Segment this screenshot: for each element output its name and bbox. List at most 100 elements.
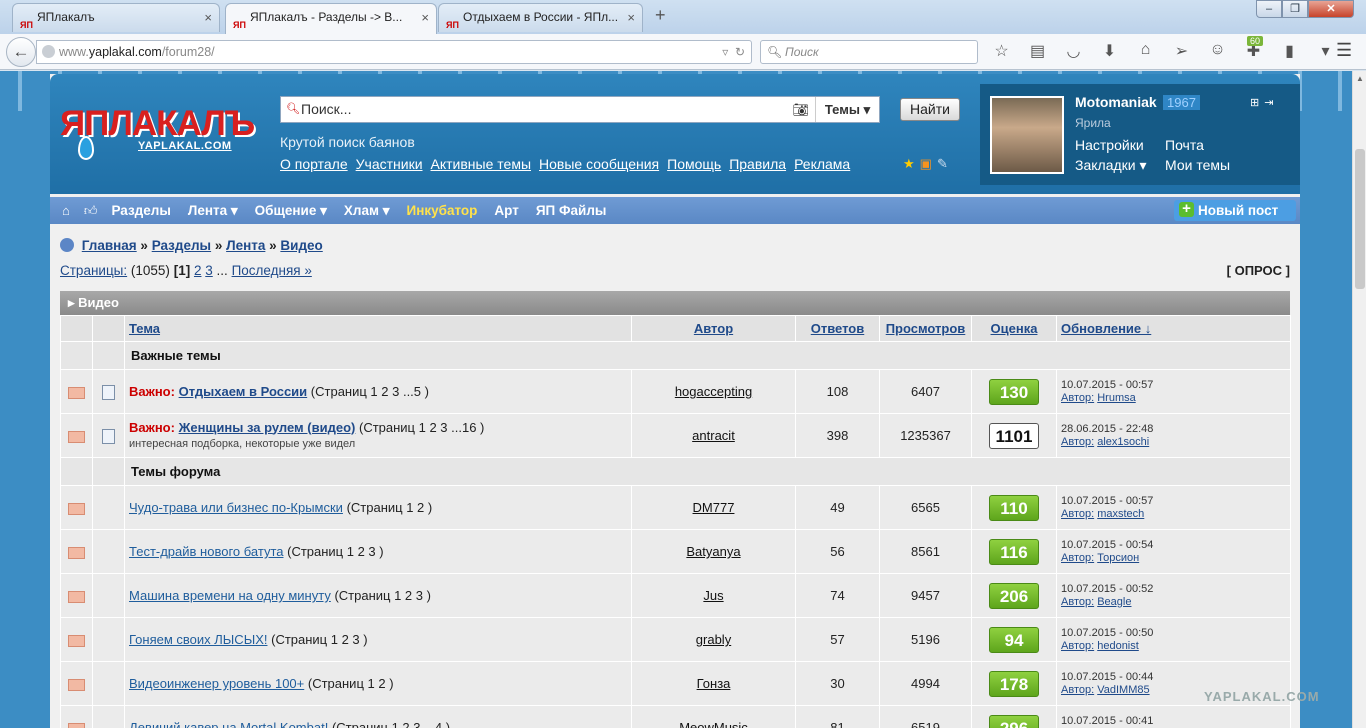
col-rating[interactable]: Оценка bbox=[971, 315, 1057, 342]
col-updated[interactable]: Обновление ↓ bbox=[1056, 315, 1291, 342]
link-new-messages[interactable]: Новые сообщения bbox=[539, 156, 659, 172]
update-author-label[interactable]: Автор: bbox=[1061, 436, 1094, 448]
menu-chat[interactable]: Общение ▾ bbox=[255, 203, 327, 219]
link-rules[interactable]: Правила bbox=[729, 156, 786, 172]
site-logo-sub[interactable]: YAPLAKAL.COM bbox=[138, 140, 232, 152]
topic-rating-badge[interactable]: 130 bbox=[989, 378, 1039, 405]
poll-button[interactable]: [ ОПРОС ] bbox=[1227, 263, 1290, 278]
update-author-label[interactable]: Автор: bbox=[1061, 640, 1094, 652]
topic-rating-badge[interactable]: 1101 bbox=[989, 422, 1039, 449]
new-tab-button[interactable]: + bbox=[655, 5, 666, 26]
scrollbar-thumb[interactable] bbox=[1355, 149, 1365, 289]
tab-otdykhaem[interactable]: ЯП Отдыхаем в России - ЯПл... × bbox=[438, 3, 643, 32]
add-icon[interactable]: ⊞ bbox=[1250, 96, 1259, 109]
link-settings[interactable]: Настройки bbox=[1075, 137, 1165, 153]
close-tab-icon[interactable]: × bbox=[421, 4, 429, 31]
back-button[interactable]: ← bbox=[6, 37, 36, 67]
update-author[interactable]: Beagle bbox=[1097, 596, 1131, 608]
col-author[interactable]: Автор bbox=[631, 315, 796, 342]
topic-rating-badge[interactable]: 116 bbox=[989, 538, 1039, 565]
topic-rating-badge[interactable]: 296 bbox=[989, 714, 1039, 728]
topic-title-link[interactable]: Видеоинженер уровень 100+ bbox=[129, 676, 304, 691]
close-window-button[interactable]: ✕ bbox=[1308, 0, 1354, 18]
topic-title-link[interactable]: Девичий кавер на Mortal Kombat! bbox=[129, 720, 328, 728]
thumbs-up-icon[interactable]: 👍︎ bbox=[84, 203, 98, 219]
menu-dropdown-icon[interactable]: ▾ bbox=[1314, 41, 1337, 61]
logout-icon[interactable]: ⇥ bbox=[1264, 96, 1273, 109]
menu-junk[interactable]: Хлам ▾ bbox=[344, 203, 390, 219]
menu-feed[interactable]: Лента ▾ bbox=[188, 203, 238, 219]
topic-title-link[interactable]: Отдыхаем в России bbox=[179, 384, 308, 399]
bookmark-star-icon[interactable]: ☆ bbox=[990, 41, 1013, 61]
update-author-label[interactable]: Автор: bbox=[1061, 552, 1094, 564]
update-author[interactable]: VadIMM85 bbox=[1097, 684, 1149, 696]
home-icon[interactable]: ⌂ bbox=[1134, 41, 1157, 61]
topic-author[interactable]: MeowMusic bbox=[679, 720, 748, 728]
topic-author[interactable]: DM777 bbox=[693, 500, 735, 515]
topic-rating-badge[interactable]: 206 bbox=[989, 582, 1039, 609]
reload-icon[interactable]: ▿ ↻ bbox=[722, 41, 745, 63]
topic-rating-badge[interactable]: 110 bbox=[989, 494, 1039, 521]
avatar[interactable] bbox=[990, 96, 1064, 174]
topic-author[interactable]: Batyanya bbox=[686, 544, 740, 559]
send-icon[interactable]: ➢ bbox=[1170, 41, 1193, 61]
page-link-3[interactable]: 3 bbox=[205, 263, 213, 278]
topic-rating-badge[interactable]: 178 bbox=[989, 670, 1039, 697]
download-icon[interactable]: ⬇ bbox=[1098, 41, 1121, 61]
close-tab-icon[interactable]: × bbox=[204, 4, 212, 31]
link-members[interactable]: Участники bbox=[356, 156, 423, 172]
clipboard-icon[interactable]: ▮ bbox=[1278, 41, 1301, 61]
scrollbar[interactable]: ▲ bbox=[1352, 71, 1366, 728]
update-author-label[interactable]: Автор: bbox=[1061, 596, 1094, 608]
topic-pages[interactable]: (Страниц 1 2 ) bbox=[347, 500, 433, 515]
update-author[interactable]: Hrumsa bbox=[1097, 392, 1136, 404]
link-active-topics[interactable]: Активные темы bbox=[431, 156, 532, 172]
scroll-up-icon[interactable]: ▲ bbox=[1356, 74, 1364, 83]
topic-pages[interactable]: (Страниц 1 2 3 ) bbox=[271, 632, 367, 647]
update-author[interactable]: hedonist bbox=[1097, 640, 1139, 652]
topic-pages[interactable]: (Страниц 1 2 3 ...5 ) bbox=[311, 384, 429, 399]
browser-search-input[interactable]: 🔍︎ Поиск bbox=[760, 40, 978, 64]
user-name[interactable]: Motomaniak bbox=[1075, 94, 1157, 110]
topic-title-link[interactable]: Женщины за рулем (видео) bbox=[179, 420, 356, 435]
topic-pages[interactable]: (Страниц 1 2 3 ...16 ) bbox=[359, 420, 484, 435]
pencil-icon[interactable]: ✎ bbox=[937, 156, 948, 172]
menu-sections[interactable]: Разделы bbox=[111, 203, 170, 218]
tab-yaplakal-home[interactable]: ЯП ЯПлакалъ × bbox=[12, 3, 220, 32]
topic-pages[interactable]: (Страниц 1 2 3 ...4 ) bbox=[332, 720, 450, 728]
link-mail[interactable]: Почта bbox=[1165, 137, 1245, 153]
topic-author[interactable]: grably bbox=[696, 632, 731, 647]
search-scope-select[interactable]: Темы ▾ bbox=[815, 97, 879, 122]
link-bookmarks[interactable]: Закладки ▾ bbox=[1075, 157, 1165, 174]
topic-title-link[interactable]: Гоняем своих ЛЫСЫХ! bbox=[129, 632, 267, 647]
page-link-2[interactable]: 2 bbox=[194, 263, 202, 278]
update-author-label[interactable]: Автор: bbox=[1061, 508, 1094, 520]
topic-author[interactable]: hogaccepting bbox=[675, 384, 752, 399]
new-post-button[interactable]: + Новый пост bbox=[1174, 200, 1296, 221]
tab-forum-video[interactable]: ЯП ЯПлакалъ - Разделы -> В... × bbox=[225, 3, 437, 34]
star-icon[interactable]: ★ bbox=[903, 156, 915, 172]
reading-list-icon[interactable]: ▤ bbox=[1026, 41, 1049, 61]
hamburger-menu-icon[interactable]: ☰ bbox=[1336, 40, 1352, 61]
topic-author[interactable]: Jus bbox=[703, 588, 723, 603]
topic-title-link[interactable]: Машина времени на одну минуту bbox=[129, 588, 331, 603]
link-help[interactable]: Помощь bbox=[667, 156, 721, 172]
crumb-feed[interactable]: Лента bbox=[226, 238, 265, 253]
update-author[interactable]: Торсион bbox=[1097, 552, 1139, 564]
link-ads[interactable]: Реклама bbox=[794, 156, 850, 172]
smile-icon[interactable]: ☺ bbox=[1206, 41, 1229, 61]
col-replies[interactable]: Ответов bbox=[795, 315, 880, 342]
topic-pages[interactable]: (Страниц 1 2 ) bbox=[308, 676, 394, 691]
topic-author[interactable]: Гонза bbox=[697, 676, 731, 691]
update-author[interactable]: maxstech bbox=[1097, 508, 1144, 520]
crumb-sections[interactable]: Разделы bbox=[152, 238, 211, 253]
update-author-label[interactable]: Автор: bbox=[1061, 684, 1094, 696]
crumb-video[interactable]: Видео bbox=[280, 238, 322, 253]
minimize-button[interactable]: – bbox=[1256, 0, 1282, 18]
link-my-topics[interactable]: Мои темы bbox=[1165, 157, 1245, 174]
update-author[interactable]: alex1sochi bbox=[1097, 436, 1149, 448]
update-author-label[interactable]: Автор: bbox=[1061, 392, 1094, 404]
pages-label[interactable]: Страницы: bbox=[60, 263, 127, 278]
menu-incubator[interactable]: Инкубатор bbox=[406, 203, 477, 218]
col-topic[interactable]: Тема bbox=[124, 315, 632, 342]
